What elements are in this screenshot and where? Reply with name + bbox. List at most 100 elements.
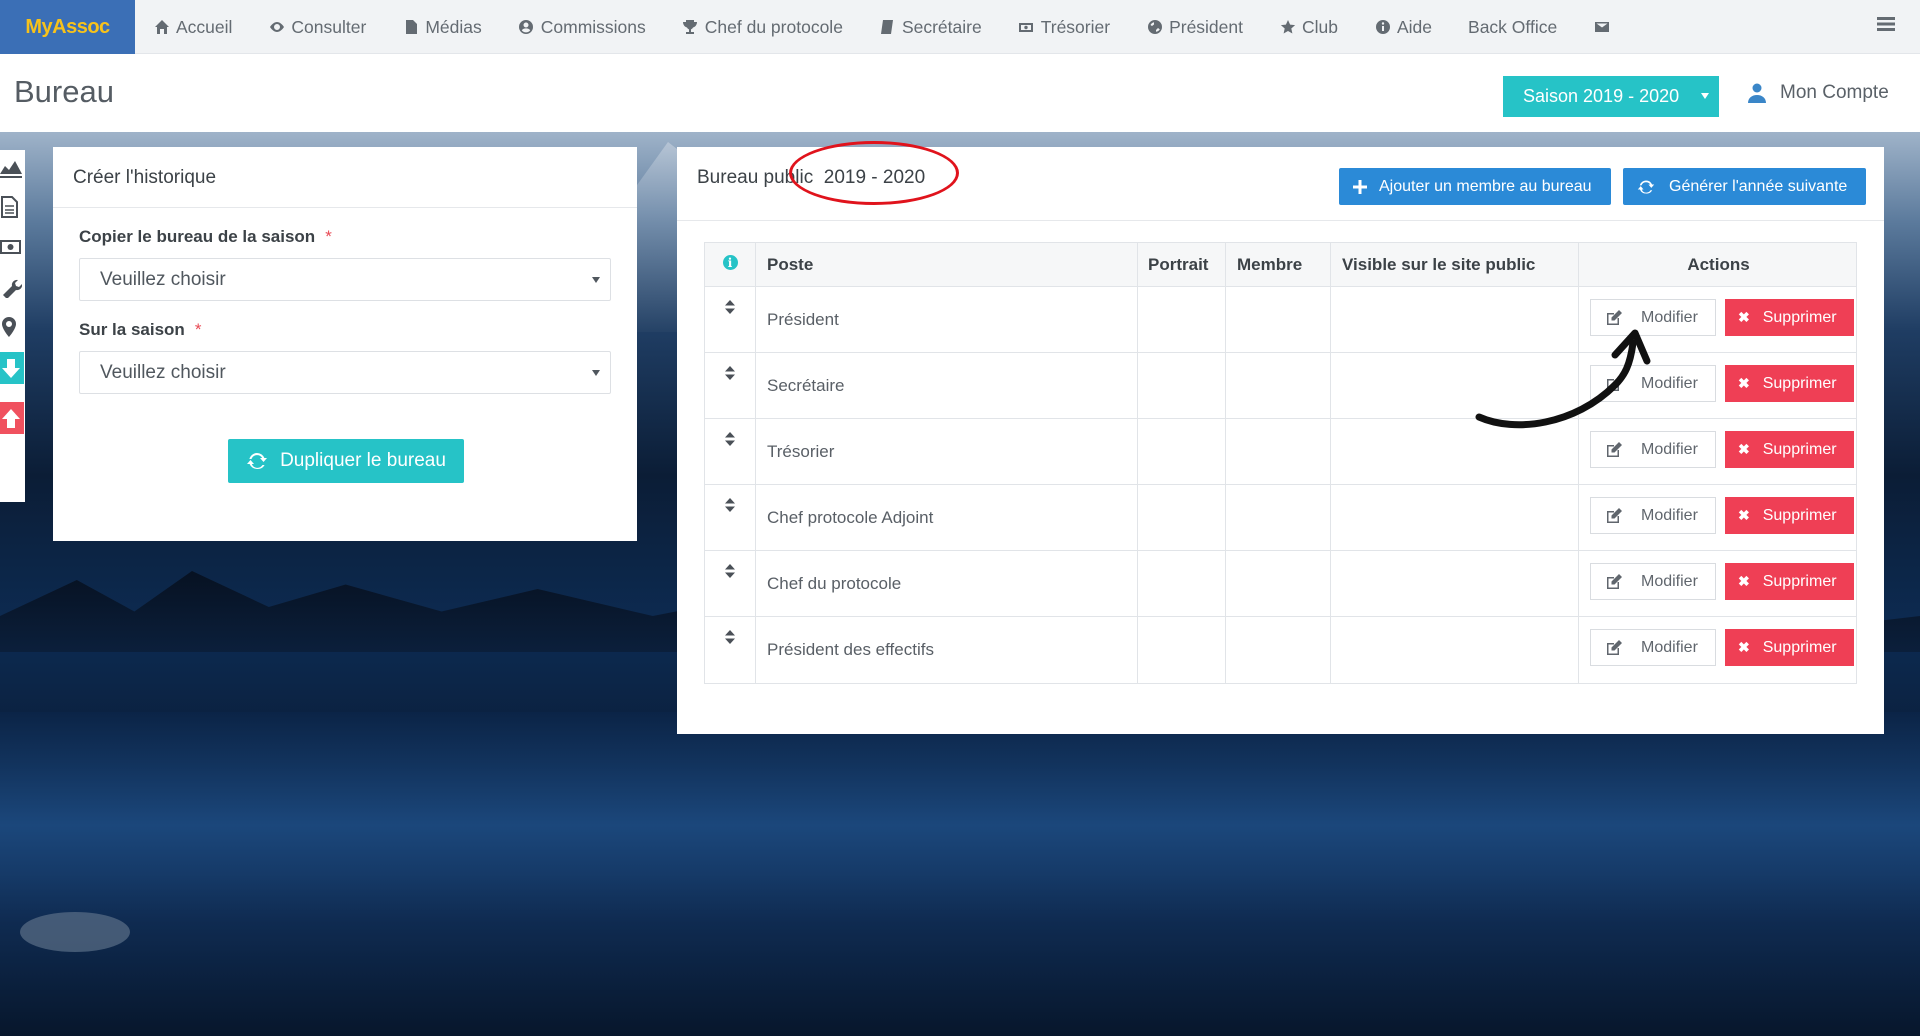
eye-icon [268,19,285,36]
delete-button[interactable]: ✖ Supprimer [1725,497,1854,534]
nav-item-president[interactable]: Président [1128,0,1261,54]
nav-label: Trésorier [1040,16,1111,37]
nav-item-back-office[interactable]: Back Office [1450,0,1575,54]
generate-next-year-button[interactable]: Générer l'année suivante [1623,168,1866,205]
refresh-icon [247,453,268,470]
side-tool-download[interactable] [0,352,24,384]
add-member-button[interactable]: Ajouter un membre au bureau [1339,168,1611,205]
delete-button[interactable]: ✖ Supprimer [1725,299,1854,336]
caret-down-icon [592,370,600,376]
poste-cell: Secrétaire [756,353,1138,418]
menu-toggle-icon[interactable] [1876,14,1898,36]
table-row: Président Modifier ✖ Supprimer [705,287,1856,353]
top-navbar: MyAssoc Accueil Consulter Médias Commiss… [0,0,1920,54]
edit-icon [1607,639,1622,655]
area-chart-icon [0,161,22,178]
delete-button[interactable]: ✖ Supprimer [1725,431,1854,468]
history-panel: Créer l'historique Copier le bureau de l… [53,147,637,541]
side-tool-upload[interactable] [0,402,24,434]
target-season-label: Sur la saison * [79,320,201,340]
info-column-header: i [705,243,756,286]
edit-button[interactable]: Modifier [1590,629,1716,666]
delete-label: Supprimer [1762,440,1837,458]
required-mark: * [194,320,202,339]
generate-next-year-label: Générer l'année suivante [1669,177,1848,195]
copy-season-select[interactable]: Veuillez choisir [79,258,611,301]
poste-cell: Chef du protocole [756,551,1138,616]
bureau-table: i Poste Portrait Membre Visible sur le s… [704,242,1857,684]
sort-icon [725,431,735,451]
membre-cell [1226,287,1331,352]
delete-label: Supprimer [1762,638,1837,656]
delete-button[interactable]: ✖ Supprimer [1725,629,1854,666]
edit-button[interactable]: Modifier [1590,365,1716,402]
copy-season-label-text: Copier le bureau de la saison [79,227,316,246]
nav-item-consulter[interactable]: Consulter [250,0,384,54]
delete-button[interactable]: ✖ Supprimer [1725,365,1854,402]
caret-down-icon [1701,93,1709,99]
sort-icon [725,497,735,517]
brand-logo[interactable]: MyAssoc [0,0,135,54]
nav-item-club[interactable]: Club [1261,0,1356,54]
drag-handle[interactable] [705,419,756,484]
column-header-poste[interactable]: Poste [756,243,1138,286]
edit-icon [1607,573,1622,589]
user-circle-icon [518,19,535,36]
nav-label: Secrétaire [901,16,982,37]
close-icon: ✖ [1738,309,1750,325]
close-icon: ✖ [1738,441,1750,457]
nav-item-commissions[interactable]: Commissions [500,0,664,54]
edit-label: Modifier [1641,506,1698,524]
page-header: Bureau Saison 2019 - 2020 Mon Compte [0,54,1920,132]
poste-cell: Président des effectifs [756,617,1138,683]
nav-item-chef-protocole[interactable]: Chef du protocole [664,0,861,54]
nav-item-aide[interactable]: Aide [1356,0,1450,54]
drag-handle[interactable] [705,353,756,418]
side-tool-location[interactable] [0,310,25,344]
nav-item-secretaire[interactable]: Secrétaire [861,0,1000,54]
portrait-cell [1138,617,1226,683]
edit-button[interactable]: Modifier [1590,431,1716,468]
delete-button[interactable]: ✖ Supprimer [1725,563,1854,600]
background-lake [0,712,1920,1036]
side-tool-chart[interactable] [0,150,25,184]
visible-cell [1331,419,1579,484]
side-tool-settings[interactable] [0,270,25,304]
edit-button[interactable]: Modifier [1590,497,1716,534]
account-menu[interactable]: Mon Compte [1748,82,1889,104]
nav-item-tresorier[interactable]: Trésorier [1000,0,1128,54]
star-icon [1279,19,1296,36]
membre-cell [1226,485,1331,550]
info-icon[interactable]: i [722,255,738,270]
delete-label: Supprimer [1762,506,1837,524]
plus-icon [1353,179,1367,194]
season-dropdown[interactable]: Saison 2019 - 2020 [1503,76,1719,117]
copy-season-label: Copier le bureau de la saison * [79,227,332,247]
side-tool-money[interactable] [0,230,25,264]
nav-item-medias[interactable]: Médias [384,0,499,54]
edit-button[interactable]: Modifier [1590,563,1716,600]
account-label: Mon Compte [1780,82,1889,103]
target-season-select[interactable]: Veuillez choisir [79,351,611,394]
drag-handle[interactable] [705,485,756,550]
edit-button[interactable]: Modifier [1590,299,1716,336]
duplicate-bureau-button[interactable]: Dupliquer le bureau [228,439,464,483]
nav-label: Médias [425,16,482,37]
edit-icon [1607,441,1622,457]
side-tool-document[interactable] [0,190,25,224]
caret-down-icon [592,277,600,283]
refresh-icon [1637,179,1655,194]
nav-item-accueil[interactable]: Accueil [135,0,250,54]
drag-handle[interactable] [705,287,756,352]
drag-handle[interactable] [705,617,756,683]
visible-cell [1331,551,1579,616]
table-row: Secrétaire Modifier ✖ Supprimer [705,353,1856,419]
nav-item-messages[interactable] [1575,0,1634,54]
required-mark: * [325,227,332,246]
arrow-up-icon [2,409,20,428]
portrait-cell [1138,485,1226,550]
background-rock [20,912,130,952]
money-icon [0,240,21,254]
visible-cell [1331,353,1579,418]
drag-handle[interactable] [705,551,756,616]
